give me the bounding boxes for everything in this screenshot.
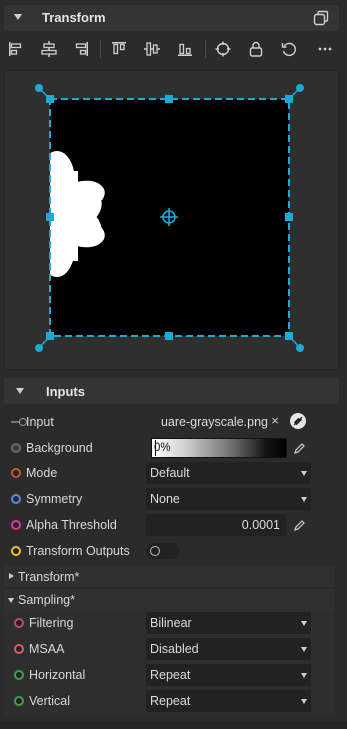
transform-outputs-socket-icon[interactable] — [11, 546, 21, 556]
alpha-threshold-socket-icon[interactable] — [11, 520, 21, 530]
transform-group-label: Transform* — [18, 570, 80, 584]
msaa-row: MSAA Disabled — [4, 637, 335, 661]
inputs-section-header[interactable]: Inputs — [4, 378, 339, 404]
expand-caret-icon[interactable] — [9, 573, 14, 579]
scale-handle-right[interactable] — [285, 213, 293, 221]
mode-select[interactable]: Default — [146, 462, 311, 484]
scale-handle-bl[interactable] — [46, 332, 54, 340]
mode-socket-icon[interactable] — [11, 468, 21, 478]
horizontal-socket-icon[interactable] — [14, 670, 24, 680]
input-label: Input — [26, 415, 54, 429]
mode-label: Mode — [26, 466, 58, 480]
align-center-horizontal-icon[interactable] — [38, 38, 60, 60]
reset-icon[interactable] — [278, 38, 300, 60]
panel-bottom-edge — [0, 721, 347, 729]
collapse-caret-icon[interactable] — [16, 388, 24, 394]
rotate-handle-br[interactable] — [296, 344, 304, 352]
vertical-row: Vertical Repeat — [4, 689, 335, 713]
rotate-handle-bl[interactable] — [35, 344, 43, 352]
vertical-socket-icon[interactable] — [14, 696, 24, 706]
gradient-position-value: 0% — [154, 442, 171, 454]
sampling-group-label: Sampling* — [18, 593, 75, 607]
scale-handle-tl[interactable] — [46, 95, 54, 103]
lock-icon[interactable] — [245, 38, 267, 60]
align-center-vertical-icon[interactable] — [141, 38, 163, 60]
rotate-handle-tr[interactable] — [296, 84, 304, 92]
collapse-caret-icon[interactable] — [8, 598, 14, 603]
chevron-down-icon — [301, 673, 307, 678]
msaa-socket-icon[interactable] — [14, 644, 24, 654]
symmetry-socket-icon[interactable] — [11, 494, 21, 504]
filtering-select[interactable]: Bilinear — [146, 612, 311, 634]
input-row: Input uare-grayscale.png × — [4, 410, 335, 434]
chevron-down-icon — [301, 471, 307, 476]
viewport-canvas[interactable] — [5, 71, 340, 371]
align-right-icon[interactable] — [70, 38, 92, 60]
toggle-knob — [150, 546, 160, 556]
align-bottom-icon[interactable] — [174, 38, 196, 60]
scale-handle-left[interactable] — [46, 213, 54, 221]
vertical-label: Vertical — [29, 694, 70, 708]
input-connector-icon[interactable] — [11, 418, 27, 426]
background-socket-icon[interactable] — [11, 443, 21, 453]
transform-viewport[interactable] — [4, 70, 339, 370]
panel-title: Transform — [42, 10, 106, 25]
edit-pencil-icon[interactable] — [293, 518, 305, 532]
background-label: Background — [26, 441, 93, 455]
rotate-handle-tl[interactable] — [35, 84, 43, 92]
filtering-row: Filtering Bilinear — [4, 611, 335, 635]
scale-handle-bottom[interactable] — [165, 332, 173, 340]
transform-outputs-label: Transform Outputs — [26, 544, 130, 558]
scale-handle-br[interactable] — [285, 332, 293, 340]
msaa-label: MSAA — [29, 642, 65, 656]
crosshair-icon[interactable] — [212, 38, 234, 60]
align-top-icon[interactable] — [108, 38, 130, 60]
chevron-down-icon — [301, 497, 307, 502]
transform-outputs-row: Transform Outputs — [4, 539, 335, 563]
edit-pencil-icon[interactable] — [293, 441, 305, 455]
align-left-icon[interactable] — [5, 38, 27, 60]
background-row: Background 0% — [4, 436, 335, 460]
transform-group-row[interactable]: Transform* — [4, 566, 335, 587]
scale-handle-top[interactable] — [165, 95, 173, 103]
horizontal-wrap-select[interactable]: Repeat — [146, 664, 311, 686]
scale-handle-tr[interactable] — [285, 95, 293, 103]
filtering-label: Filtering — [29, 616, 74, 630]
horizontal-row: Horizontal Repeat — [4, 663, 335, 687]
mode-row: Mode Default — [4, 461, 335, 485]
filtering-socket-icon[interactable] — [14, 618, 24, 628]
clear-input-button[interactable]: × — [268, 414, 282, 428]
symmetry-row: Symmetry None — [4, 487, 335, 511]
transform-outputs-toggle[interactable] — [146, 543, 180, 559]
alpha-threshold-input[interactable]: 0.0001 — [146, 514, 286, 536]
msaa-select[interactable]: Disabled — [146, 638, 311, 660]
sampling-group-row[interactable]: Sampling* — [4, 589, 335, 610]
link-input-icon[interactable] — [290, 413, 306, 429]
chevron-down-icon — [301, 699, 307, 704]
alpha-threshold-row: Alpha Threshold 0.0001 — [4, 513, 335, 537]
symmetry-select[interactable]: None — [146, 488, 311, 510]
horizontal-label: Horizontal — [29, 668, 86, 682]
alpha-threshold-label: Alpha Threshold — [26, 518, 117, 532]
section-title: Inputs — [46, 384, 85, 399]
input-file-field[interactable]: uare-grayscale.png — [146, 411, 268, 433]
collapse-caret-icon[interactable] — [14, 14, 22, 20]
chevron-down-icon — [301, 647, 307, 652]
vertical-wrap-select[interactable]: Repeat — [146, 690, 311, 712]
background-gradient-field[interactable]: 0% — [151, 438, 287, 458]
popout-window-icon[interactable] — [313, 10, 329, 26]
symmetry-label: Symmetry — [26, 492, 83, 506]
more-icon[interactable] — [314, 38, 336, 60]
transform-panel-header[interactable]: Transform — [4, 5, 339, 31]
chevron-down-icon — [301, 621, 307, 626]
transform-toolbar — [0, 34, 347, 64]
